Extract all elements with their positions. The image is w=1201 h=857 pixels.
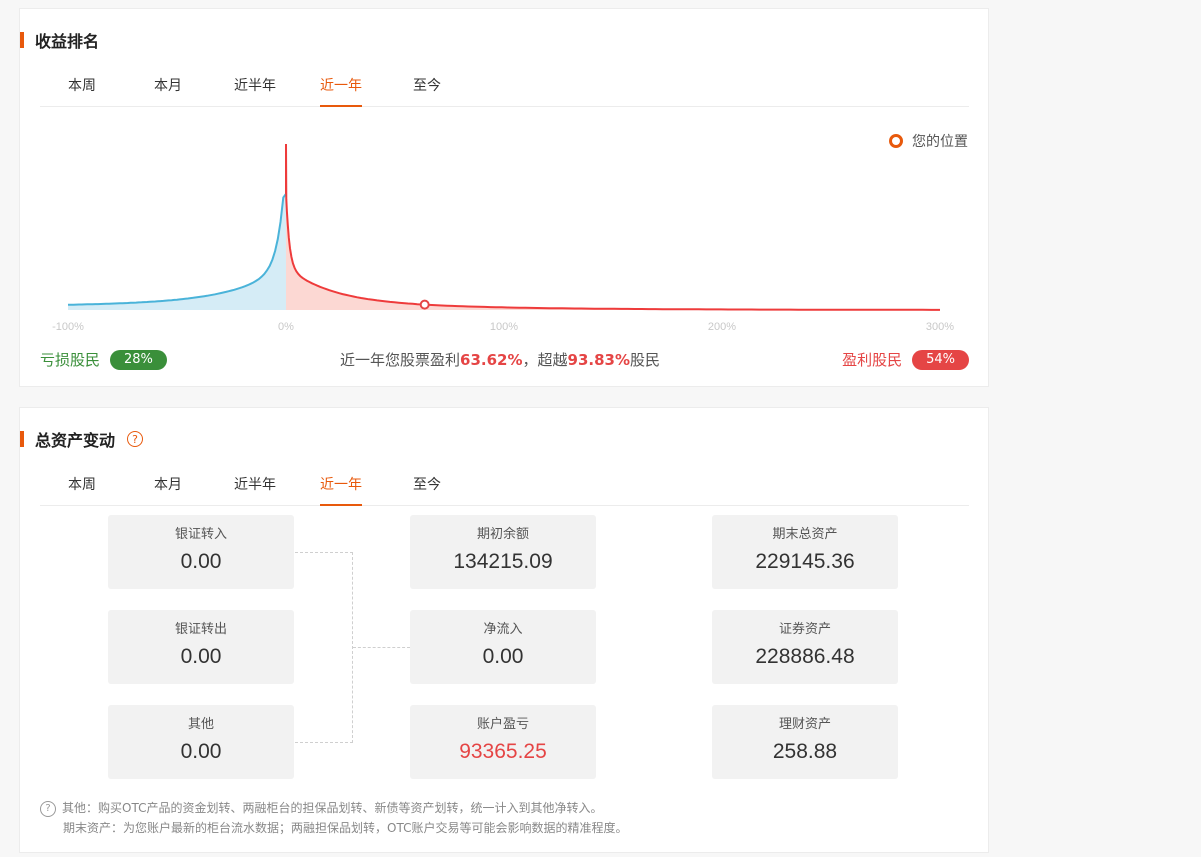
loss-label: 亏损股民: [40, 351, 101, 369]
card-value: 258.88: [772, 740, 838, 763]
assets-title: 总资产变动 ?: [20, 430, 144, 450]
tab-week[interactable]: 本周: [68, 75, 96, 107]
connector-to-net-inflow: [353, 647, 410, 648]
card-label: 期末总资产: [772, 527, 838, 542]
card-value: 0.00: [180, 740, 222, 763]
summary-prefix: 近一年您股票盈利: [340, 351, 461, 369]
tab-week[interactable]: 本周: [68, 474, 96, 506]
card-value: 0.00: [180, 550, 222, 573]
note-other: ? 其他：购买OTC产品的资金划转、两融柜台的担保品划转、新债等资产划转，统一计入…: [40, 798, 627, 818]
card-net-inflow: 净流入 0.00: [410, 610, 596, 684]
card-account-pnl: 账户盈亏 93365.25: [410, 705, 596, 779]
card-bank-in: 银证转入 0.00: [108, 515, 294, 589]
x-axis-ticks: -100% 0% 100% 200% 300%: [52, 321, 954, 333]
help-icon[interactable]: ?: [127, 431, 144, 447]
x-tick-label: 100%: [490, 321, 518, 333]
summary-return: 63.62%: [460, 351, 523, 369]
loss-area: [68, 193, 286, 310]
note-text: 期末资产：为您账户最新的柜台流水数据；两融担保品划转，OTC账户交易等可能会影响…: [63, 821, 628, 835]
tab-month[interactable]: 本月: [154, 474, 182, 506]
x-tick-label: 300%: [926, 321, 954, 333]
card-bank-out: 银证转出 0.00: [108, 610, 294, 684]
card-value: 93365.25: [459, 740, 547, 763]
summary-beat: 93.83%: [567, 351, 630, 369]
title-accent-bar: [20, 431, 24, 447]
footnotes: ? 其他：购买OTC产品的资金划转、两融柜台的担保品划转、新债等资产划转，统一计入…: [40, 798, 627, 838]
ranking-title: 收益排名: [20, 31, 100, 51]
title-accent-bar: [20, 32, 24, 48]
card-label: 银证转入: [174, 527, 227, 542]
card-label: 理财资产: [778, 717, 831, 732]
x-tick-label: 0%: [278, 321, 294, 333]
connector-bottom: [295, 742, 353, 743]
ranking-title-text: 收益排名: [35, 32, 100, 51]
assets-title-text: 总资产变动: [35, 431, 116, 450]
ranking-footer: 亏损股民 28% 近一年您股票盈利63.62%，超越93.83%股民 盈利股民 …: [40, 349, 969, 373]
card-label: 证券资产: [778, 622, 831, 637]
loss-investors: 亏损股民 28%: [40, 349, 167, 370]
tab-half-year[interactable]: 近半年: [234, 474, 276, 506]
card-label: 账户盈亏: [476, 717, 529, 732]
card-securities-assets: 证券资产 228886.48: [712, 610, 898, 684]
ranking-tabs: 本周 本月 近半年 近一年 至今: [40, 75, 969, 107]
card-value: 134215.09: [453, 550, 553, 573]
assets-tabs: 本周 本月 近半年 近一年 至今: [40, 474, 969, 506]
card-wealth-assets: 理财资产 258.88: [712, 705, 898, 779]
gain-investors: 盈利股民 54%: [842, 349, 969, 370]
card-label: 期初余额: [476, 527, 529, 542]
tab-year[interactable]: 近一年: [320, 474, 362, 506]
gain-area: [286, 144, 940, 310]
ranking-panel: 收益排名 本周 本月 近半年 近一年 至今 您的位置 -100% 0% 100% 20…: [19, 8, 989, 387]
card-closing-total-assets: 期末总资产 229145.36: [712, 515, 898, 589]
card-value: 229145.36: [755, 550, 855, 573]
tab-month[interactable]: 本月: [154, 75, 182, 107]
summary-middle: ，超越: [522, 351, 568, 369]
gain-percent-badge: 54%: [912, 349, 969, 370]
tab-year[interactable]: 近一年: [320, 75, 362, 107]
gain-label: 盈利股民: [842, 351, 903, 369]
tab-to-date[interactable]: 至今: [413, 474, 441, 506]
card-value: 0.00: [482, 645, 524, 668]
card-value: 0.00: [180, 645, 222, 668]
question-icon: ?: [40, 800, 56, 817]
card-label: 净流入: [483, 622, 523, 637]
note-closing: 期末资产：为您账户最新的柜台流水数据；两融担保品划转，OTC账户交易等可能会影响…: [40, 818, 627, 838]
card-opening-balance: 期初余额 134215.09: [410, 515, 596, 589]
connector-bracket: [295, 552, 353, 743]
card-label: 其他: [187, 717, 214, 732]
gain-series-line: [285, 143, 940, 311]
assets-panel: 总资产变动 ? 本周 本月 近半年 近一年 至今 银证转入 0.00 银证转出 …: [19, 407, 989, 853]
loss-percent-badge: 28%: [110, 349, 167, 370]
x-tick-label: 200%: [708, 321, 736, 333]
card-label: 银证转出: [174, 622, 227, 637]
ranking-summary: 近一年您股票盈利63.62%，超越93.83%股民: [340, 349, 660, 370]
note-text: 其他：购买OTC产品的资金划转、两融柜台的担保品划转、新债等资产划转，统一计入到…: [62, 801, 603, 815]
your-position-marker[interactable]: [419, 299, 430, 310]
ranking-distribution-chart: -100% 0% 100% 200% 300%: [52, 143, 954, 333]
tab-to-date[interactable]: 至今: [413, 75, 441, 107]
x-tick-label: -100%: [52, 321, 84, 333]
card-other: 其他 0.00: [108, 705, 294, 779]
tab-half-year[interactable]: 近半年: [234, 75, 276, 107]
card-value: 228886.48: [755, 645, 855, 668]
summary-suffix: 股民: [630, 351, 661, 369]
